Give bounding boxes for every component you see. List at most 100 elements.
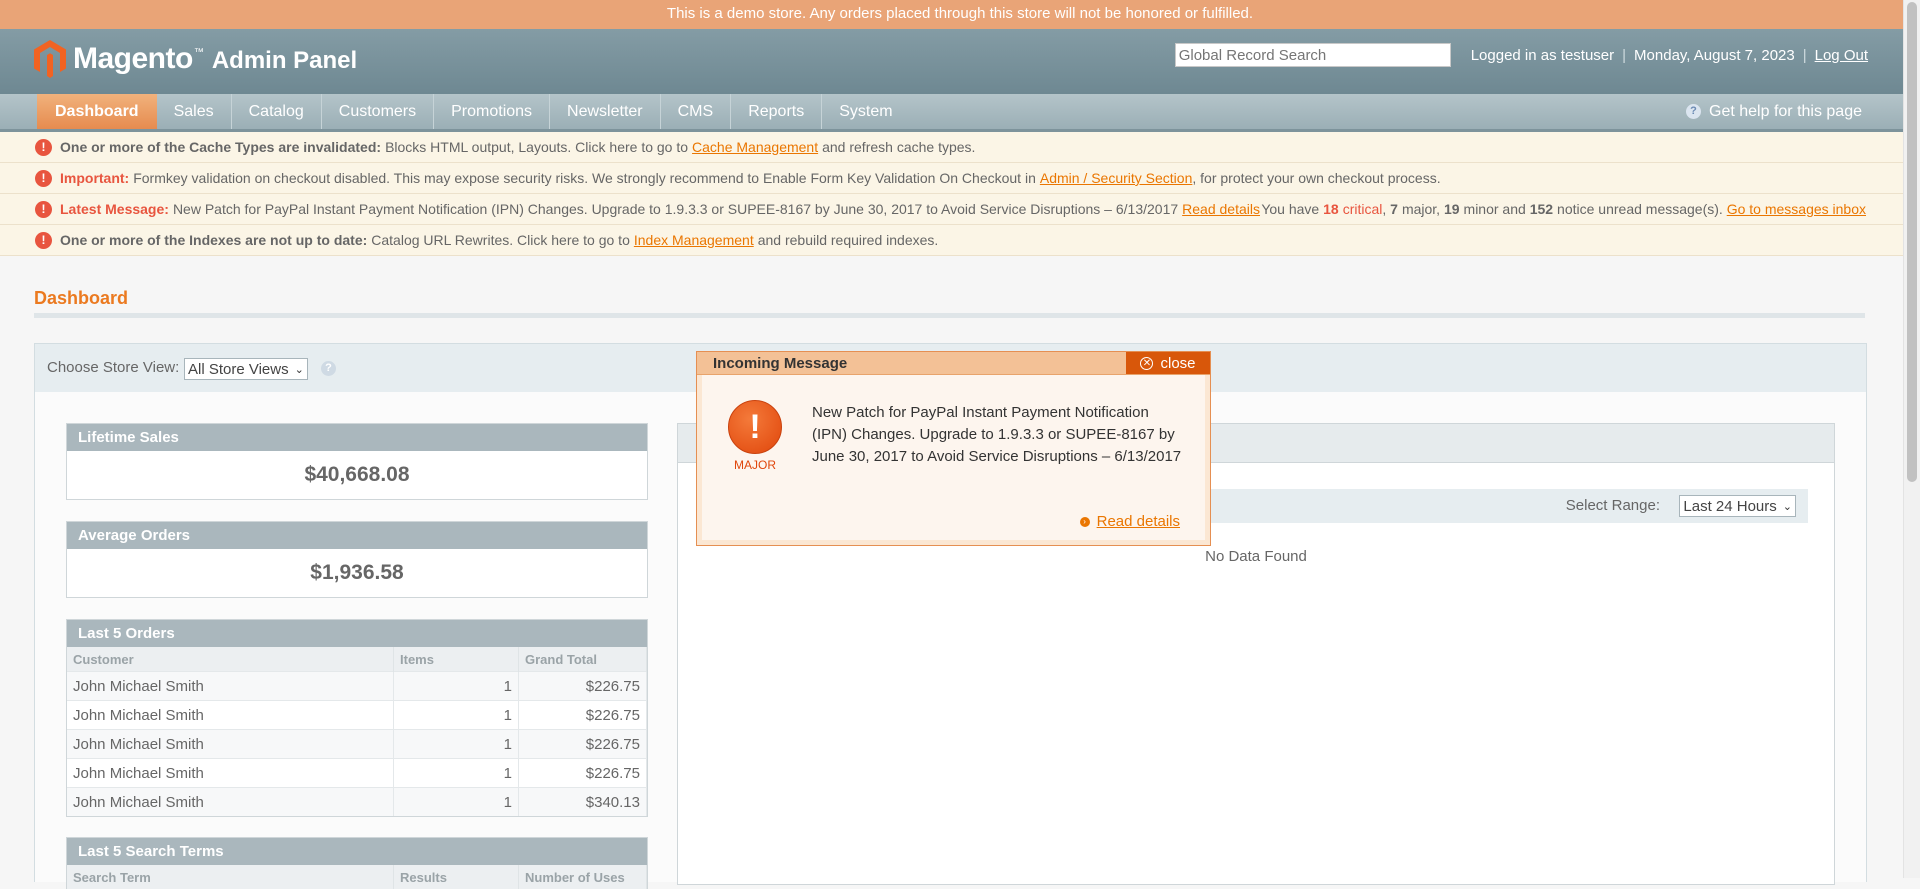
admin-security-link[interactable]: Admin / Security Section — [1040, 170, 1193, 186]
message-text: and refresh cache types. — [822, 139, 976, 155]
latest-message: ! Latest Message: New Patch for PayPal I… — [0, 194, 1920, 225]
column-header-number-of-uses[interactable]: Number of Uses — [518, 865, 647, 889]
message-text: New Patch for PayPal Instant Payment Not… — [172, 201, 1179, 217]
order-grand-total: $340.13 — [518, 787, 647, 816]
close-button[interactable]: ✕ close — [1126, 352, 1210, 374]
nav-item-promotions[interactable]: Promotions — [434, 94, 551, 129]
logo-trademark: ™ — [193, 46, 204, 58]
close-label: close — [1160, 354, 1196, 372]
unread-messages-summary: You have 18 critical, 7 major, 19 minor and… — [1261, 201, 1866, 217]
store-view-selected: All Store Views — [188, 360, 289, 378]
popup-read-details-link[interactable]: Read details — [1097, 513, 1180, 530]
major-label: major, — [1401, 201, 1441, 217]
popup-read-details[interactable]: › Read details — [1079, 513, 1180, 530]
select-range-label: Select Range: — [1565, 497, 1660, 514]
message-title: Latest Message: — [60, 201, 169, 217]
close-icon: ✕ — [1140, 356, 1154, 370]
popup-title: Incoming Message — [713, 355, 848, 372]
message-title: One or more of the Indexes are not up to… — [60, 232, 368, 248]
magento-logo-icon — [34, 40, 66, 78]
formkey-important-message: ! Important: Formkey validation on check… — [0, 163, 1920, 194]
lifetime-sales-title: Lifetime Sales — [67, 424, 647, 451]
message-text: Catalog URL Rewrites. Click here to go t… — [371, 232, 630, 248]
minor-count: 19 — [1443, 201, 1460, 217]
popup-body: ! MAJOR New Patch for PayPal Instant Pay… — [702, 375, 1205, 540]
nav-item-system[interactable]: System — [822, 94, 909, 129]
severity-label: MAJOR — [734, 458, 776, 472]
nav-item-catalog[interactable]: Catalog — [232, 94, 322, 129]
header-separator: | — [1802, 46, 1807, 64]
title-divider — [34, 313, 1865, 318]
column-header-customer[interactable]: Customer — [67, 647, 394, 672]
order-items: 1 — [393, 729, 519, 759]
range-select[interactable]: Last 24 Hours ⌄ — [1679, 495, 1796, 517]
nav-item-newsletter[interactable]: Newsletter — [550, 94, 661, 129]
error-icon: ! — [35, 231, 52, 249]
no-data-text: No Data Found — [1205, 548, 1307, 565]
column-header-items[interactable]: Items — [393, 647, 519, 672]
logged-in-user: Logged in as testuser — [1470, 46, 1615, 64]
lifetime-sales-value: $40,668.08 — [304, 463, 410, 486]
header-separator: | — [1622, 46, 1627, 64]
popup-message-text: New Patch for PayPal Instant Payment Not… — [812, 404, 1182, 465]
column-header-results[interactable]: Results — [393, 865, 519, 889]
order-customer: John Michael Smith — [67, 758, 394, 788]
index-management-link[interactable]: Index Management — [634, 232, 754, 248]
nav-item-cms[interactable]: CMS — [661, 94, 732, 129]
page-title: Dashboard — [34, 288, 129, 308]
scrollbar-thumb[interactable] — [1907, 2, 1917, 482]
order-customer: John Michael Smith — [67, 671, 394, 701]
lifetime-sales-box: Lifetime Sales $40,668.08 — [66, 423, 648, 500]
average-orders-value: $1,936.58 — [310, 561, 404, 584]
read-details-link[interactable]: Read details — [1182, 201, 1260, 217]
range-selected: Last 24 Hours — [1683, 497, 1777, 515]
help-link-label: Get help for this page — [1709, 103, 1862, 120]
nav-item-reports[interactable]: Reports — [731, 94, 823, 129]
magento-logo[interactable]: Magento ™ Admin Panel — [34, 40, 357, 78]
critical-label: critical — [1342, 201, 1383, 217]
incoming-message-popup: Incoming Message ✕ close ! MAJOR New Pat… — [696, 351, 1211, 546]
global-record-search-input[interactable] — [1174, 43, 1451, 67]
last-orders-table: Customer Items Grand Total John Michael … — [67, 647, 647, 816]
message-text: Blocks HTML output, Layouts. Click here … — [385, 139, 689, 155]
nav-item-customers[interactable]: Customers — [322, 94, 435, 129]
logout-link[interactable]: Log Out — [1815, 47, 1868, 64]
critical-count: 18 — [1323, 201, 1339, 217]
order-grand-total: $226.75 — [518, 671, 647, 701]
table-row[interactable]: John Michael Smith 1 $226.75 — [67, 729, 647, 759]
notice-label: notice unread message(s). — [1557, 201, 1723, 217]
notice-count: 152 — [1529, 201, 1554, 217]
demo-store-notice: This is a demo store. Any orders placed … — [0, 0, 1920, 29]
cache-management-link[interactable]: Cache Management — [692, 139, 818, 155]
messages-inbox-link[interactable]: Go to messages inbox — [1727, 201, 1866, 217]
last-orders-title: Last 5 Orders — [67, 620, 647, 647]
header-date: Monday, August 7, 2023 — [1634, 46, 1795, 64]
major-count: 7 — [1390, 201, 1398, 217]
help-link[interactable]: ? Get help for this page — [1686, 94, 1862, 129]
error-icon: ! — [35, 169, 52, 187]
chevron-down-icon: ⌄ — [1782, 500, 1792, 513]
column-header-search-term[interactable]: Search Term — [67, 865, 394, 889]
minor-label: minor and — [1463, 201, 1526, 217]
store-view-help-icon[interactable]: ? — [321, 361, 336, 376]
average-orders-box: Average Orders $1,936.58 — [66, 521, 648, 598]
cache-invalidated-message: ! One or more of the Cache Types are inv… — [0, 132, 1920, 163]
table-row[interactable]: John Michael Smith 1 $226.75 — [67, 758, 647, 788]
order-grand-total: $226.75 — [518, 758, 647, 788]
column-header-grand-total[interactable]: Grand Total — [518, 647, 647, 672]
order-grand-total: $226.75 — [518, 729, 647, 759]
page-scrollbar[interactable] — [1903, 0, 1920, 878]
indexes-outdated-message: ! One or more of the Indexes are not up … — [0, 225, 1920, 256]
table-row[interactable]: John Michael Smith 1 $226.75 — [67, 700, 647, 730]
logo-wordmark: Magento — [73, 42, 193, 75]
message-text: , for protect your own checkout process. — [1192, 170, 1441, 186]
nav-item-sales[interactable]: Sales — [157, 94, 232, 129]
average-orders-title: Average Orders — [67, 522, 647, 549]
last-search-terms-table: Search Term Results Number of Uses — [67, 865, 647, 889]
table-row[interactable]: John Michael Smith 1 $340.13 — [67, 787, 647, 816]
store-view-label: Choose Store View: — [47, 359, 180, 376]
nav-item-dashboard[interactable]: Dashboard — [37, 94, 157, 129]
table-row[interactable]: John Michael Smith 1 $226.75 — [67, 671, 647, 701]
error-icon: ! — [35, 138, 52, 156]
store-view-select[interactable]: All Store Views ⌄ — [184, 358, 308, 380]
